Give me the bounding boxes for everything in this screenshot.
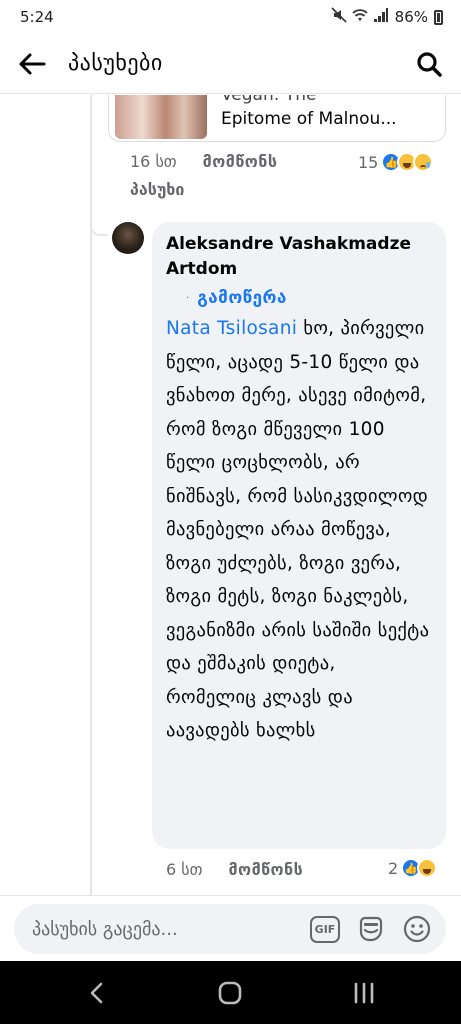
emoji-icon bbox=[403, 915, 431, 943]
comment-text: Nata Tsilosani ხო, პირველი წელი, აცადე 5… bbox=[166, 312, 432, 748]
nav-back-icon bbox=[90, 982, 103, 1003]
parent-comment-actions: 16 სთ მომწონს bbox=[130, 152, 277, 171]
status-time: 5:24 bbox=[20, 8, 54, 26]
emoji-button[interactable] bbox=[400, 912, 434, 946]
gif-icon: GIF bbox=[310, 915, 340, 943]
wifi-icon bbox=[351, 7, 369, 27]
search-icon bbox=[417, 51, 442, 77]
parent-comment-time: 16 სთ bbox=[130, 152, 177, 171]
signal-icon bbox=[373, 7, 389, 27]
parent-reply-button[interactable]: პასუხი bbox=[130, 180, 184, 199]
reply-comment-actions: 6 სთ მომწონს bbox=[166, 860, 303, 879]
search-button[interactable] bbox=[415, 50, 443, 78]
mute-icon bbox=[331, 7, 347, 27]
sad-reaction-icon bbox=[413, 152, 434, 172]
reply-reaction-count: 2 bbox=[388, 858, 399, 878]
follow-separator: · bbox=[186, 292, 190, 304]
haha-reaction-icon bbox=[417, 858, 438, 878]
parent-reaction-count: 15 bbox=[358, 152, 379, 172]
follow-row: · გამოწერა bbox=[186, 288, 432, 308]
link-preview-card[interactable]: Vegan: The Epitome of Malnou... bbox=[108, 95, 446, 142]
battery-percent: 86% bbox=[394, 8, 428, 26]
sticker-icon bbox=[359, 916, 383, 942]
nav-recents-button[interactable] bbox=[339, 973, 389, 1013]
nav-recents-icon bbox=[354, 982, 374, 1003]
reply-reaction-icons: 👍 bbox=[401, 858, 438, 878]
thread-line bbox=[90, 95, 92, 895]
reply-reactions[interactable]: 2 👍 bbox=[388, 858, 438, 878]
app-bar: პასუხები bbox=[0, 34, 461, 94]
nav-back-button[interactable] bbox=[72, 973, 122, 1013]
reply-comment-time: 6 სთ bbox=[166, 860, 203, 879]
link-preview-thumbnail bbox=[115, 95, 207, 139]
battery-icon bbox=[434, 9, 443, 25]
parent-like-button[interactable]: მომწონს bbox=[203, 152, 278, 171]
sticker-button[interactable] bbox=[354, 912, 388, 946]
gif-button[interactable]: GIF bbox=[308, 912, 342, 946]
reply-input-placeholder: პასუხის გაცემა... bbox=[32, 918, 178, 940]
reply-input[interactable]: პასუხის გაცემა... GIF bbox=[14, 904, 446, 954]
nav-home-button[interactable] bbox=[205, 973, 255, 1013]
comment-body-text: ხო, პირველი წელი, აცადე 5-10 წელი და ვნა… bbox=[166, 318, 430, 741]
status-icons bbox=[331, 7, 389, 27]
reply-like-button[interactable]: მომწონს bbox=[228, 860, 303, 879]
avatar[interactable] bbox=[112, 222, 144, 254]
page-title: პასუხები bbox=[68, 51, 163, 76]
arrow-left-icon bbox=[19, 53, 46, 74]
link-preview-title-line1: Vegan: The bbox=[221, 95, 317, 105]
parent-reactions[interactable]: 15 👍 bbox=[358, 152, 434, 172]
comment-author[interactable]: Aleksandre Vashakmadze Artdom bbox=[166, 232, 432, 282]
status-bar: 5:24 86% bbox=[0, 0, 461, 34]
nav-home-icon bbox=[219, 981, 242, 1004]
follow-button[interactable]: გამოწერა bbox=[197, 288, 287, 308]
system-nav-bar bbox=[0, 961, 461, 1024]
link-preview-title: Vegan: The Epitome of Malnou... bbox=[221, 95, 397, 131]
back-button[interactable] bbox=[18, 50, 46, 78]
status-right: 86% bbox=[331, 7, 443, 27]
reply-composer: პასუხის გაცემა... GIF bbox=[0, 895, 461, 961]
reply-connector bbox=[90, 222, 108, 236]
link-preview-title-line2: Epitome of Malnou... bbox=[221, 109, 397, 129]
reply-comment-bubble: Aleksandre Vashakmadze Artdom · გამოწერა… bbox=[152, 222, 446, 849]
parent-reaction-icons: 👍 bbox=[381, 152, 434, 172]
mention-link[interactable]: Nata Tsilosani bbox=[166, 318, 297, 339]
